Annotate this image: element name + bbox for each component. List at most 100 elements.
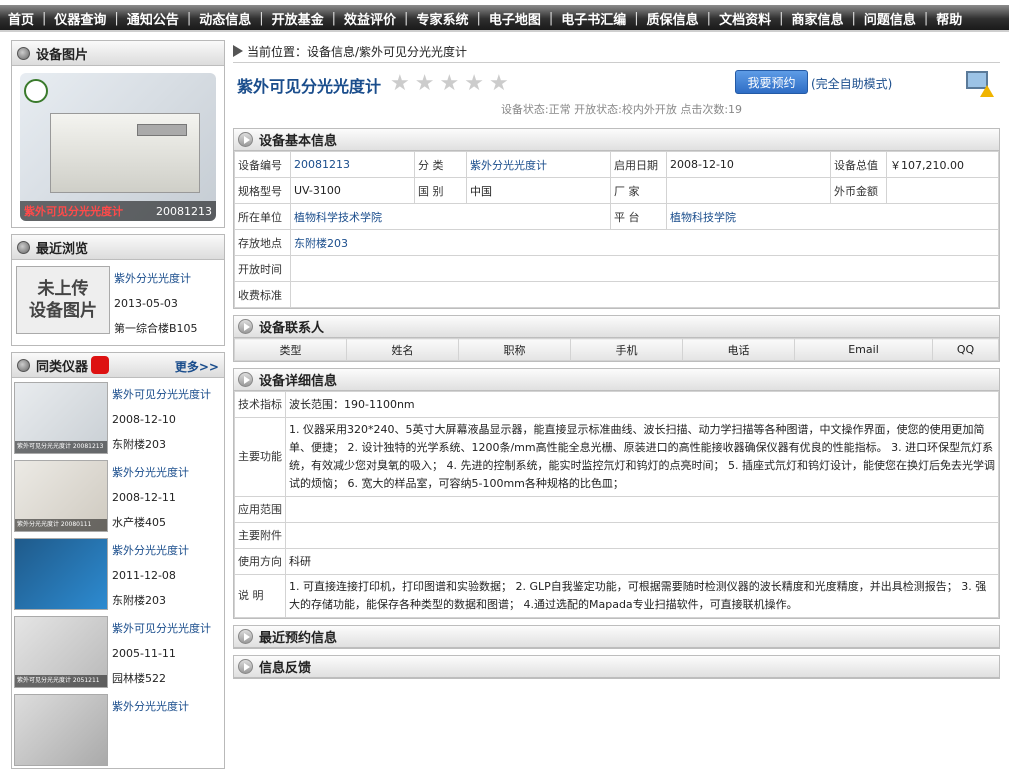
nav-item[interactable]: 通知公告 | xyxy=(127,9,199,28)
value-code[interactable]: 20081213 xyxy=(294,158,350,171)
mode-link[interactable]: (完全自助模式) xyxy=(811,75,892,92)
bullet-icon xyxy=(17,358,30,372)
nav-item-label[interactable]: 开放基金 xyxy=(272,9,324,28)
similar-box: 同类仪器 更多>> 紫外可见分光光度计 20081213 紫外可见分光光度计 2008… xyxy=(11,352,225,769)
list-item: 紫外可见分光光度计 20081213 紫外可见分光光度计 2008-12-10 东附楼… xyxy=(12,378,224,456)
nav-item-label[interactable]: 动态信息 xyxy=(199,9,251,28)
value-platform[interactable]: 植物科技学院 xyxy=(670,211,736,224)
similar-thumbnail[interactable]: 紫外可见分光光度计 2051211 xyxy=(14,616,108,688)
section-arrow-icon xyxy=(238,372,253,387)
nav-item-label[interactable]: 质保信息 xyxy=(647,9,699,28)
nav-separator: | xyxy=(706,11,712,26)
value-country: 中国 xyxy=(466,177,611,204)
value-scope xyxy=(285,496,999,523)
placeholder-line-2: 设备图片 xyxy=(29,301,97,321)
list-item: 紫外可见分光光度计 2051211 紫外可见分光光度计 2005-11-11 园林楼5… xyxy=(12,612,224,690)
photo-caption: 紫外可见分光光度计 20081213 xyxy=(20,201,216,221)
label-foreign-amount: 外币金额 xyxy=(830,177,887,204)
nav-item[interactable]: 商家信息 | xyxy=(791,9,863,28)
photo-box-title: 设备图片 xyxy=(36,47,89,63)
recent-item-link[interactable]: 紫外分光光度计 xyxy=(114,272,191,285)
top-navigation: 首页 | 仪器查询 | 通知公告 | 动态信息 | 开放基金 | 效益评价 | 专家系统 | 电子地图 | 电子… xyxy=(0,0,1009,36)
nav-item[interactable]: 文档资料 | xyxy=(719,9,791,28)
nav-item[interactable]: 首页 | xyxy=(8,9,54,28)
table-row: 设备编号 20081213 分 类紫外分光光度计 启用日期 2008-12-10 设… xyxy=(234,151,999,178)
similar-item-link[interactable]: 紫外可见分光光度计 xyxy=(112,622,211,635)
star-icon[interactable]: ★ xyxy=(415,73,435,95)
label-open-time: 开放时间 xyxy=(234,255,291,282)
recent-reserve-section: 最近预约信息 xyxy=(233,625,1000,649)
similar-box-header: 同类仪器 更多>> xyxy=(12,353,224,378)
photo-caption-id: 20081213 xyxy=(156,204,212,218)
section-arrow-icon xyxy=(238,132,253,147)
nav-item-label[interactable]: 电子地图 xyxy=(489,9,541,28)
column-header: 类型 xyxy=(234,338,347,361)
equipment-photo[interactable]: 紫外可见分光光度计 20081213 xyxy=(20,73,216,221)
nav-item-label[interactable]: 商家信息 xyxy=(791,9,843,28)
value-open-time xyxy=(290,255,999,282)
similar-thumbnail[interactable] xyxy=(14,538,108,610)
nav-item-label[interactable]: 电子书汇编 xyxy=(561,9,626,28)
star-icon[interactable]: ★ xyxy=(439,73,459,95)
recent-reserve-header: 最近预约信息 xyxy=(234,626,999,648)
nav-bar: 首页 | 仪器查询 | 通知公告 | 动态信息 | 开放基金 | 效益评价 | 专家系统 | 电子地图 | 电子… xyxy=(0,5,1009,32)
recent-reserve-title: 最近预约信息 xyxy=(259,631,338,646)
nav-item[interactable]: 问题信息 | xyxy=(864,9,936,28)
value-unit[interactable]: 植物科学技术学院 xyxy=(294,211,382,224)
nav-item[interactable]: 开放基金 | xyxy=(272,9,344,28)
nav-item[interactable]: 电子书汇编 | xyxy=(561,9,646,28)
nav-item-label[interactable]: 仪器查询 xyxy=(54,9,106,28)
contacts-title: 设备联系人 xyxy=(259,321,325,336)
reserve-button[interactable]: 我要预约 xyxy=(735,70,808,94)
similar-item-link[interactable]: 紫外分光光度计 xyxy=(112,466,189,479)
main-content: 当前位置：设备信息/紫外可见分光光度计 紫外可见分光光度计 ★ ★ ★ ★ ★ 我要预约… xyxy=(233,40,1000,679)
value-category[interactable]: 紫外分光光度计 xyxy=(470,159,547,172)
nav-item-label[interactable]: 帮助 xyxy=(936,9,962,28)
list-item: 紫外分光光度计 xyxy=(12,690,224,768)
value-foreign-amount xyxy=(886,177,999,204)
value-note: 1. 可直接连接打印机，打印图谱和实验数据； 2. GLP自我鉴定功能，可根据需… xyxy=(285,574,999,618)
value-manufacturer xyxy=(666,177,831,204)
rating-stars[interactable]: ★ ★ ★ ★ ★ xyxy=(390,73,514,95)
nav-separator: | xyxy=(114,11,119,26)
star-icon[interactable]: ★ xyxy=(489,73,509,95)
nav-separator: | xyxy=(634,11,639,26)
label-spec: 技术指标 xyxy=(234,391,286,418)
section-arrow-icon xyxy=(238,659,253,674)
nav-item-label[interactable]: 首页 xyxy=(8,9,34,28)
similar-thumbnail[interactable]: 紫外可见分光光度计 20081213 xyxy=(14,382,108,454)
sidebar: 设备图片 紫外可见分光光度计 20081213 最近浏览 未上传 设备图片 紫外分光… xyxy=(11,40,225,775)
nav-item[interactable]: 电子地图 | xyxy=(489,9,561,28)
star-icon[interactable]: ★ xyxy=(390,73,410,95)
arrow-right-icon xyxy=(233,45,243,57)
recent-item: 未上传 设备图片 紫外分光光度计 2013-05-03 第一综合楼B105 xyxy=(12,260,224,345)
similar-thumbnail[interactable]: 紫外分光光度计 20080111 xyxy=(14,460,108,532)
nav-item[interactable]: 帮助 xyxy=(936,9,962,28)
nav-item[interactable]: 质保信息 | xyxy=(647,9,719,28)
feedback-section: 信息反馈 xyxy=(233,655,1000,679)
bullet-icon xyxy=(17,46,30,60)
similar-item-link[interactable]: 紫外可见分光光度计 xyxy=(112,388,211,401)
similar-item-link[interactable]: 紫外分光光度计 xyxy=(112,544,189,557)
similar-thumbnail[interactable] xyxy=(14,694,108,766)
list-item: 紫外分光光度计 2011-12-08 东附楼203 xyxy=(12,534,224,612)
nav-item[interactable]: 效益评价 | xyxy=(344,9,416,28)
nav-item-label[interactable]: 文档资料 xyxy=(719,9,771,28)
no-image-placeholder[interactable]: 未上传 设备图片 xyxy=(16,266,110,334)
more-link[interactable]: 更多>> xyxy=(175,358,219,375)
value-location[interactable]: 东附楼203 xyxy=(294,237,348,250)
similar-list: 紫外可见分光光度计 20081213 紫外可见分光光度计 2008-12-10 东附楼… xyxy=(12,378,224,768)
section-arrow-icon xyxy=(238,629,253,644)
nav-item[interactable]: 动态信息 | xyxy=(199,9,271,28)
value-fee xyxy=(290,281,999,308)
nav-item-label[interactable]: 通知公告 xyxy=(127,9,179,28)
contacts-table: 类型 姓名 职称 手机 电话 Email QQ xyxy=(234,338,999,361)
star-icon[interactable]: ★ xyxy=(464,73,484,95)
nav-item[interactable]: 仪器查询 | xyxy=(54,9,126,28)
nav-item-label[interactable]: 问题信息 xyxy=(864,9,916,28)
nav-item-label[interactable]: 专家系统 xyxy=(416,9,468,28)
list-item: 紫外分光光度计 20080111 紫外分光光度计 2008-12-11 水产楼405 xyxy=(12,456,224,534)
table-row: 主要附件 xyxy=(234,522,999,549)
nav-item-label[interactable]: 效益评价 xyxy=(344,9,396,28)
nav-item[interactable]: 专家系统 | xyxy=(416,9,488,28)
